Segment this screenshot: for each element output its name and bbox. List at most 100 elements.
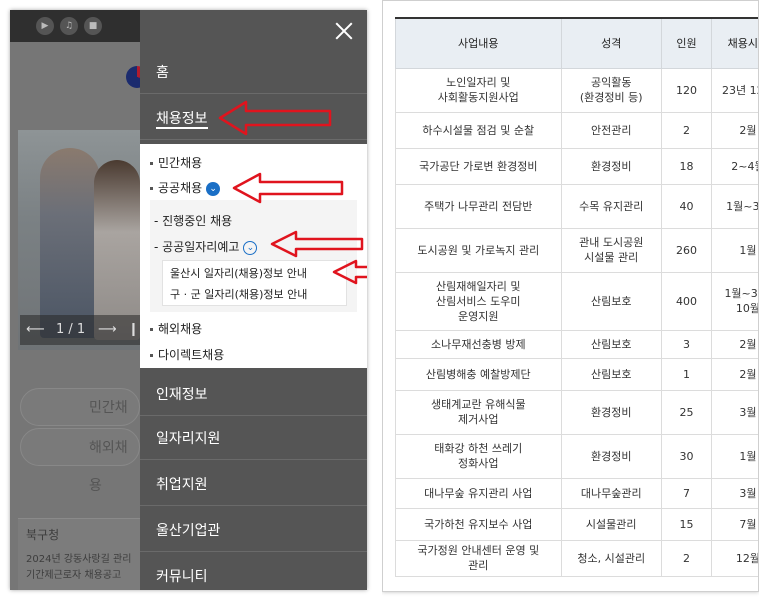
table-cell: 23년 12월 [711, 67, 758, 113]
table-cell: 도시공원 및 가로녹지 관리 [395, 227, 562, 273]
table-cell: 260 [660, 227, 713, 273]
menu-item-label: 홈 [156, 65, 169, 81]
table-cell: 공익활동 (환경정비 등) [560, 67, 662, 113]
table-cell: 주택가 나무관리 전담반 [395, 183, 562, 229]
table-cell: 하수시설물 점검 및 순찰 [395, 111, 562, 149]
table-cell: 3월 [711, 477, 758, 509]
banner-slider-controls: ⟵ 1 / 1 ⟶ ❙❙ [20, 315, 150, 345]
table-cell: 120 [660, 67, 713, 113]
table-cell: 국가공단 가로변 환경정비 [395, 147, 562, 185]
table-row: 주택가 나무관리 전담반수목 유지관리401월~3월8기 [395, 183, 758, 229]
table-cell: 산림보호 [560, 329, 662, 359]
menu-item-home[interactable]: 홈 [140, 52, 367, 94]
table-cell: 환경정비 [560, 147, 662, 185]
quick-button-overseas[interactable]: 해외채용 [20, 428, 140, 494]
table-cell: 생태계교란 유해식물 제거사업 [395, 389, 562, 435]
menu-item-job-support[interactable]: 일자리지원 [140, 418, 367, 460]
table-row: 산림병해충 예찰방제단산림보호12월8기 [395, 357, 758, 391]
submenu-item-ongoing[interactable]: - 진행중인 채용 [154, 212, 232, 229]
table-cell: 7월 [711, 507, 758, 541]
table-cell: 30 [660, 433, 713, 479]
table-row: 산림재해일자리 및산림서비스 도우미운영지원산림보호4001월~3월,10월8기 [395, 271, 758, 331]
accessibility-icon[interactable]: ♫ [60, 17, 78, 35]
menu-item-label: 인재정보 [156, 387, 208, 403]
menu-item-ulsan-companies[interactable]: 울산기업관 [140, 510, 367, 552]
table-cell: 국가정원 안내센터 운영 및 관리 [395, 539, 562, 577]
table-header-row: 사업내용성격인원채용시기채용 [395, 17, 758, 69]
table-header-cell: 채용시기 [711, 17, 758, 69]
table-row: 도시공원 및 가로녹지 관리관내 도시공원시설물 관리2601월7~8 [395, 227, 758, 273]
table-cell: 3월 [711, 389, 758, 435]
table-cell: 관내 도시공원 시설물 관리 [560, 227, 662, 273]
table-cell: 수목 유지관리 [560, 183, 662, 229]
side-menu: 홈 채용정보 민간채용 공공채용 ⌄ - 진행중인 채용 - 공공일자리예고 ⌄ 울… [140, 10, 367, 590]
table-cell: 1월 [711, 433, 758, 479]
public-jobs-table: 사업내용성격인원채용시기채용 노인일자리 및사회활동지원사업공익활동(환경정비 … [395, 17, 758, 577]
stop-icon[interactable]: ■ [84, 17, 102, 35]
table-cell: 2 [660, 539, 713, 577]
news-title: 북구청 [26, 528, 60, 542]
menu-item-label: 울산기업관 [156, 523, 221, 539]
table-cell: 25 [660, 389, 713, 435]
submenu-item-forecast[interactable]: - 공공일자리예고 ⌄ [154, 238, 258, 255]
table-cell: 노인일자리 및 사회활동지원사업 [395, 67, 562, 113]
table-cell: 15 [660, 507, 713, 541]
table-cell: 2 [660, 111, 713, 149]
table-cell: 태화강 하천 쓰레기 정화사업 [395, 433, 562, 479]
table-cell: 2~4월 [711, 147, 758, 185]
close-icon[interactable] [333, 20, 355, 42]
table-header-cell: 인원 [660, 17, 713, 69]
submenu-item-direct[interactable]: 다이렉트채용 [150, 346, 224, 363]
news-line: 기간제근로자 채용공고 [26, 570, 122, 581]
quick-button-domestic[interactable]: 민간채용 [20, 388, 140, 454]
submenu-item-public[interactable]: 공공채용 ⌄ [150, 179, 221, 196]
table-row: 국가정원 안내센터 운영 및관리청소, 시설관리212월8기 [395, 539, 758, 577]
arrow-right-icon[interactable]: ⟶ [98, 315, 117, 345]
menu-item-jobs[interactable]: 채용정보 [140, 98, 367, 140]
table-cell: 산림병해충 예찰방제단 [395, 357, 562, 391]
submenu-item-city-info[interactable]: 울산시 일자리(채용)정보 안내 [170, 265, 307, 281]
menu-item-label: 채용정보 [156, 111, 208, 129]
news-line: 2024년 강동사랑길 관리 [26, 554, 132, 565]
table-cell: 40 [660, 183, 713, 229]
table-cell: 산림재해일자리 및 산림서비스 도우미 운영지원 [395, 271, 562, 331]
table-cell: 시설물관리 [560, 507, 662, 541]
table-row: 국가공단 가로변 환경정비환경정비182~4월8~10 [395, 147, 758, 185]
table-cell: 환경정비 [560, 433, 662, 479]
play-icon[interactable]: ▶ [36, 17, 54, 35]
chevron-down-icon[interactable]: ⌄ [206, 181, 221, 196]
job-table-frame: 사업내용성격인원채용시기채용 노인일자리 및사회활동지원사업공익활동(환경정비 … [382, 0, 759, 592]
table-row: 소나무재선충병 방제산림보호32월8기 [395, 329, 758, 359]
mobile-site-panel: ▶ ♫ ■ ⟵ 1 / 1 ⟶ ❙❙ 민간채용 해외채용 북구청 2024년 강… [10, 10, 367, 590]
top-toolbar: ▶ ♫ ■ [10, 10, 140, 42]
menu-item-employment-support[interactable]: 취업지원 [140, 464, 367, 506]
table-cell: 청소, 시설관리 [560, 539, 662, 577]
submenu-item-district-info[interactable]: 구 · 군 일자리(채용)정보 안내 [170, 286, 307, 302]
submenu-item-overseas[interactable]: 해외채용 [150, 320, 202, 337]
arrow-left-icon[interactable]: ⟵ [26, 315, 45, 345]
table-row: 대나무숲 유지관리 사업대나무숲관리73월8기 [395, 477, 758, 509]
table-row: 하수시설물 점검 및 순찰안전관리22월8기 [395, 111, 758, 149]
chevron-down-icon[interactable]: ⌄ [243, 240, 258, 255]
menu-item-talent[interactable]: 인재정보 [140, 374, 367, 416]
table-cell: 1월 [711, 227, 758, 273]
table-cell: 12월 [711, 539, 758, 577]
menu-item-label: 커뮤니티 [156, 569, 208, 585]
submenu-item-private[interactable]: 민간채용 [150, 154, 202, 171]
table-cell: 400 [660, 271, 713, 331]
table-cell: 산림보호 [560, 357, 662, 391]
table-cell: 대나무숲 유지관리 사업 [395, 477, 562, 509]
table-cell: 1월~3월,10월 [711, 271, 758, 331]
table-row: 태화강 하천 쓰레기정화사업환경정비301월8기 [395, 433, 758, 479]
menu-item-label: 취업지원 [156, 477, 208, 493]
jobs-submenu: 민간채용 공공채용 ⌄ - 진행중인 채용 - 공공일자리예고 ⌄ 울산시 일자리(… [140, 144, 367, 368]
table-cell: 1 [660, 357, 713, 391]
table-cell: 18 [660, 147, 713, 185]
table-cell: 대나무숲관리 [560, 477, 662, 509]
table-cell: 1월~3월 [711, 183, 758, 229]
table-header-cell: 성격 [560, 17, 662, 69]
menu-item-community[interactable]: 커뮤니티 [140, 556, 367, 590]
table-cell: 국가하천 유지보수 사업 [395, 507, 562, 541]
table-cell: 2월 [711, 111, 758, 149]
menu-item-label: 일자리지원 [156, 431, 221, 447]
